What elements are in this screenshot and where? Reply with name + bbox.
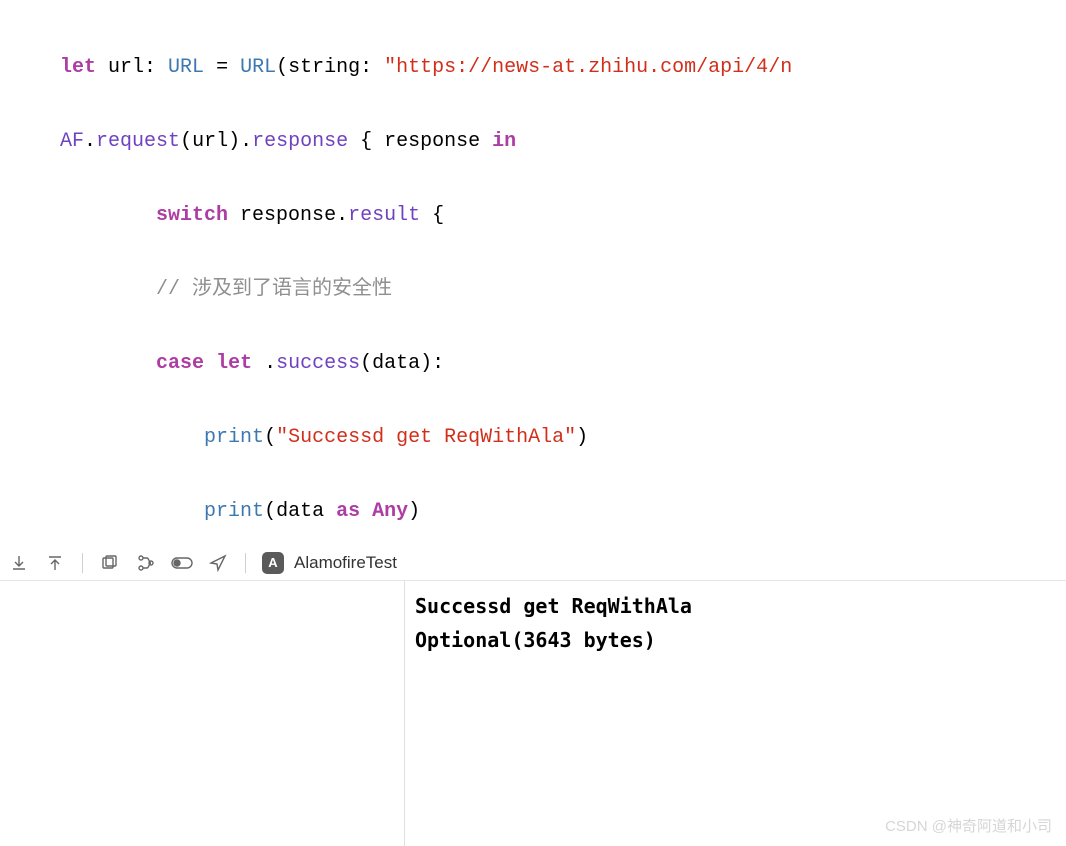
keyword-let: let xyxy=(60,56,96,79)
toggle-icon[interactable] xyxy=(171,552,193,574)
stack-icon[interactable] xyxy=(99,552,121,574)
debug-toolbar: A AlamofireTest xyxy=(0,545,1066,581)
app-target[interactable]: A AlamofireTest xyxy=(262,552,397,574)
watermark: CSDN @神奇阿道和小司 xyxy=(885,815,1052,836)
string-literal: "https://news-at.zhihu.com/api/4/n xyxy=(384,56,792,79)
variables-panel[interactable] xyxy=(0,581,405,846)
separator xyxy=(82,553,83,573)
code-editor[interactable]: let url: URL = URL(string: "https://news… xyxy=(0,0,1066,545)
separator xyxy=(245,553,246,573)
console-output[interactable]: Successd get ReqWithAla Optional(3643 by… xyxy=(405,581,1066,846)
app-logo-icon: A xyxy=(262,552,284,574)
comment: // 涉及到了语言的安全性 xyxy=(156,278,392,301)
branch-icon[interactable] xyxy=(135,552,157,574)
console-line: Successd get ReqWithAla xyxy=(415,589,1056,623)
location-icon[interactable] xyxy=(207,552,229,574)
upload-icon[interactable] xyxy=(44,552,66,574)
app-name-label: AlamofireTest xyxy=(294,553,397,573)
console-line: Optional(3643 bytes) xyxy=(415,623,1056,657)
download-icon[interactable] xyxy=(8,552,30,574)
type-url: URL xyxy=(168,56,204,79)
console-area: Successd get ReqWithAla Optional(3643 by… xyxy=(0,581,1066,846)
